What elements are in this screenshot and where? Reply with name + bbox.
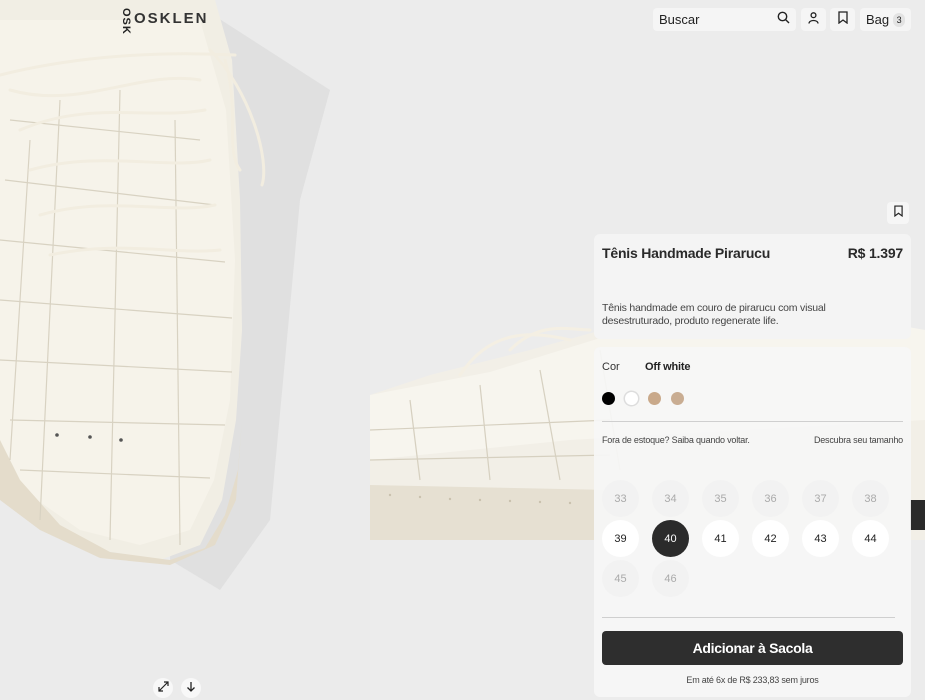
color-value: Off white — [645, 361, 691, 373]
divider — [602, 421, 903, 422]
bookmark-icon — [893, 204, 903, 222]
size-option-34[interactable]: 34 — [652, 480, 689, 517]
color-swatch-off-white[interactable] — [625, 392, 638, 405]
size-option-35[interactable]: 35 — [702, 480, 739, 517]
color-label: Cor — [602, 361, 620, 373]
product-info-card: Tênis Handmade Pirarucu R$ 1.397 Tênis h… — [594, 234, 911, 339]
installments-text: Em até 6x de R$ 233,83 sem juros — [686, 675, 819, 685]
size-option-40[interactable]: 40 — [652, 520, 689, 557]
bag-count-badge: 3 — [893, 12, 905, 27]
search-icon[interactable] — [777, 11, 790, 29]
brand-text: OSKLEN — [134, 10, 209, 27]
product-name: Tênis Handmade Pirarucu — [602, 245, 771, 261]
add-to-wishlist-button[interactable] — [887, 202, 909, 224]
purchase-panel: Cor Off white Fora de estoque? Saiba qua… — [594, 347, 911, 697]
product-description: Tênis handmade em couro de pirarucu com … — [602, 302, 826, 327]
size-option-41[interactable]: 41 — [702, 520, 739, 557]
wishlist-button[interactable] — [830, 8, 855, 31]
size-option-39[interactable]: 39 — [602, 520, 639, 557]
add-to-bag-button[interactable]: Adicionar à Sacola — [602, 631, 903, 665]
divider — [602, 617, 895, 618]
size-option-37[interactable]: 37 — [802, 480, 839, 517]
color-swatch-black[interactable] — [602, 392, 615, 405]
size-option-33[interactable]: 33 — [602, 480, 639, 517]
brand-logo[interactable]: OSK OSKLEN — [120, 8, 209, 35]
size-option-44[interactable]: 44 — [852, 520, 889, 557]
size-option-36[interactable]: 36 — [752, 480, 789, 517]
color-swatch-beige[interactable] — [671, 392, 684, 405]
size-option-38[interactable]: 38 — [852, 480, 889, 517]
stock-notice-link[interactable]: Fora de estoque? Saiba quando voltar. — [602, 435, 750, 445]
search-label: Buscar — [659, 12, 700, 27]
user-icon — [808, 11, 819, 29]
download-button[interactable] — [181, 678, 201, 698]
expand-icon — [157, 679, 169, 697]
size-guide-link[interactable]: Descubra seu tamanho — [814, 435, 903, 445]
bag-label: Bag — [866, 12, 890, 27]
account-button[interactable] — [801, 8, 826, 31]
size-option-45[interactable]: 45 — [602, 560, 639, 597]
size-option-46[interactable]: 46 — [652, 560, 689, 597]
size-option-42[interactable]: 42 — [752, 520, 789, 557]
arrow-down-icon — [186, 679, 196, 697]
search-bar[interactable]: Buscar — [653, 8, 796, 31]
product-image-main[interactable]: OSK OSKLEN — [0, 0, 370, 700]
size-option-43[interactable]: 43 — [802, 520, 839, 557]
color-swatch-tan[interactable] — [648, 392, 661, 405]
expand-button[interactable] — [153, 678, 173, 698]
brand-vertical-text: OSK — [120, 8, 132, 35]
bag-button[interactable]: Bag 3 — [860, 8, 911, 31]
product-price: R$ 1.397 — [847, 245, 903, 261]
bookmark-icon — [837, 10, 848, 29]
